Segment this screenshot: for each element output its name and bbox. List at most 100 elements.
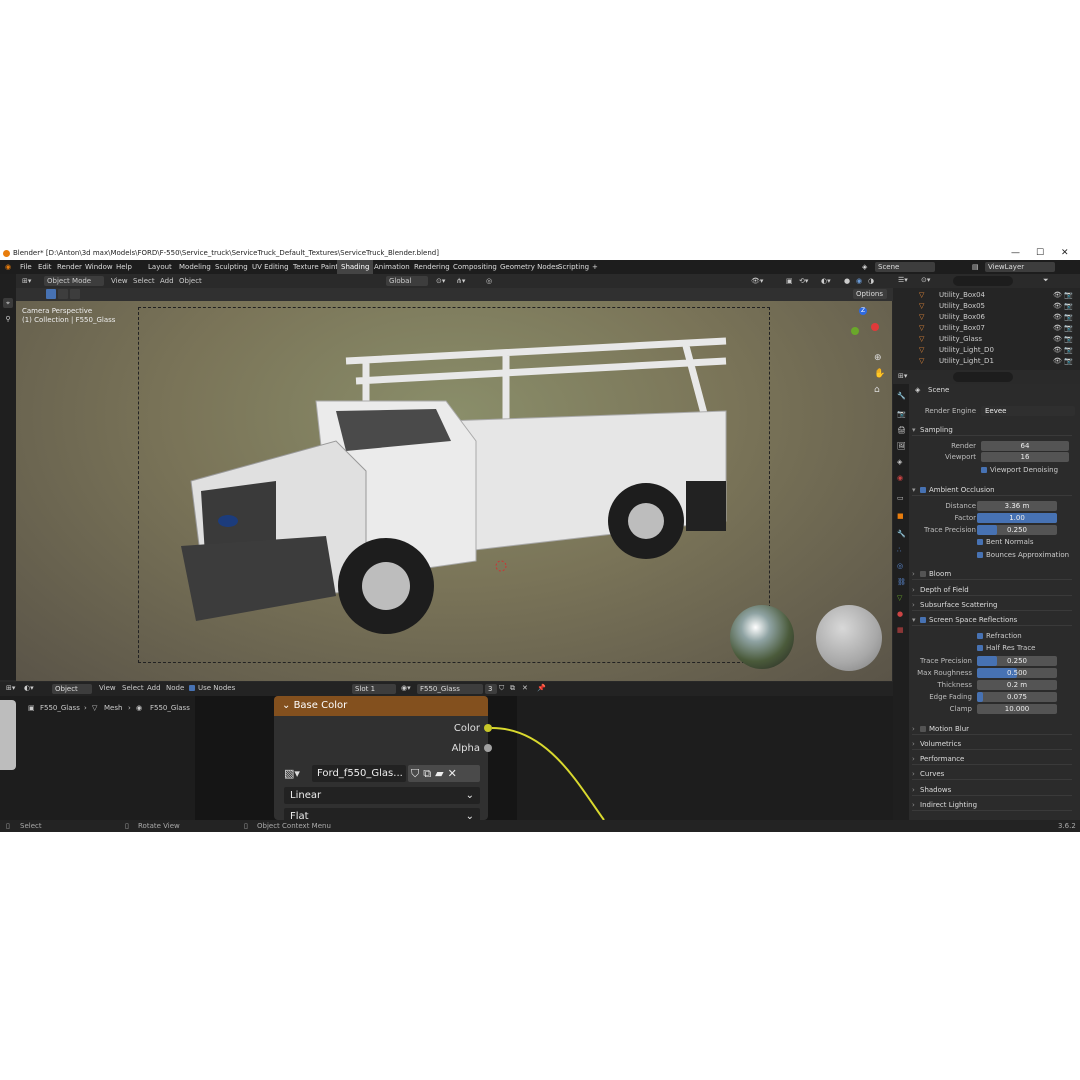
options-button[interactable]: Options	[853, 289, 887, 299]
properties-search-input[interactable]	[953, 372, 1013, 382]
axis-x-icon[interactable]	[871, 323, 879, 331]
breadcrumb-material[interactable]: F550_Glass	[150, 704, 190, 712]
panel-volumetrics[interactable]: › Volumetrics	[912, 738, 1072, 750]
3d-viewport[interactable]: Camera Perspective (1) Collection | F550…	[16, 301, 892, 681]
outliner-item[interactable]: ▽ Utility_Glass 👁 📷	[893, 334, 1080, 345]
tab-modeling[interactable]: Modeling	[179, 260, 211, 274]
visibility-icon[interactable]: 👁▾	[751, 274, 763, 288]
select-new-icon[interactable]	[46, 289, 56, 299]
menu-edit[interactable]: Edit	[38, 260, 52, 274]
node-menu-node[interactable]: Node	[166, 684, 184, 692]
outliner-editor-icon[interactable]: ☰▾	[898, 276, 908, 284]
render-engine-dropdown[interactable]: Eevee	[981, 406, 1075, 416]
collapse-arrow-icon[interactable]: ⌄	[282, 700, 294, 711]
unlink-image-icon[interactable]: ✕	[448, 767, 461, 780]
half-res-checkbox[interactable]: Half Res Trace	[977, 644, 1036, 652]
select-tool-icon[interactable]: ⌖	[3, 298, 13, 308]
ao-distance-field[interactable]: 3.36 m	[977, 501, 1057, 511]
bounces-checkbox[interactable]: Bounces Approximation	[977, 551, 1069, 559]
outliner-item[interactable]: ▽ Utility_Box04 👁 📷	[893, 290, 1080, 301]
navigation-gizmo[interactable]: Z	[851, 307, 891, 347]
tab-uv-editing[interactable]: UV Editing	[252, 260, 289, 274]
pan-hand-icon[interactable]: ✋	[874, 369, 885, 379]
viewport-menu-view[interactable]: View	[111, 274, 128, 288]
editor-type-icon[interactable]: ⊞▾	[22, 274, 31, 288]
panel-ambient-occlusion[interactable]: ▾ Ambient Occlusion	[912, 484, 1072, 496]
scene-selector[interactable]: Scene	[875, 262, 935, 272]
thickness-field[interactable]: 0.2 m	[977, 680, 1057, 690]
add-workspace-button[interactable]: +	[592, 260, 598, 274]
outliner-item[interactable]: ▽ Utility_Light_D1 👁 📷	[893, 356, 1080, 367]
shading-solid-icon[interactable]: ●	[844, 274, 850, 288]
max-roughness-slider[interactable]: 0.500	[977, 668, 1057, 678]
material-tab-icon[interactable]: ●	[897, 610, 903, 618]
clamp-field[interactable]: 10.000	[977, 704, 1057, 714]
ao-trace-slider[interactable]: 0.250	[977, 525, 1057, 535]
slot-dropdown[interactable]: Slot 1	[352, 684, 396, 694]
node-menu-select[interactable]: Select	[122, 684, 144, 692]
viewport-menu-add[interactable]: Add	[160, 274, 174, 288]
node-menu-view[interactable]: View	[99, 684, 116, 692]
modifier-tab-icon[interactable]: 🔧	[897, 530, 906, 538]
pin-icon[interactable]: 📌	[537, 684, 546, 692]
fake-user-icon[interactable]: ⛉	[499, 684, 504, 693]
select-subtract-icon[interactable]	[70, 289, 80, 299]
node-menu-add[interactable]: Add	[147, 684, 161, 692]
tab-scripting[interactable]: Scripting	[558, 260, 589, 274]
axis-y-icon[interactable]	[851, 327, 859, 335]
viewlayer-selector[interactable]: ViewLayer	[985, 262, 1055, 272]
bent-normals-checkbox[interactable]: Bent Normals	[977, 538, 1034, 546]
refraction-checkbox[interactable]: Refraction	[977, 632, 1022, 640]
breadcrumb-mesh[interactable]: Mesh	[104, 704, 122, 712]
projection-dropdown[interactable]: Flat ⌄	[284, 808, 480, 820]
panel-ssr[interactable]: ▾ Screen Space Reflections	[912, 614, 1072, 626]
panel-performance[interactable]: › Performance	[912, 753, 1072, 765]
zoom-icon[interactable]: ⊕	[874, 353, 882, 363]
tab-sculpting[interactable]: Sculpting	[215, 260, 248, 274]
shader-object-dropdown[interactable]: Object	[52, 684, 92, 694]
snap-icon[interactable]: ⋔▾	[456, 274, 465, 288]
panel-subsurface[interactable]: › Subsurface Scattering	[912, 599, 1072, 611]
viewport-menu-object[interactable]: Object	[179, 274, 202, 288]
maximize-button[interactable]: ☐	[1036, 246, 1044, 260]
texture-tab-icon[interactable]: ▦	[897, 626, 904, 634]
overlay-icon[interactable]: ◐▾	[821, 274, 831, 288]
filter-icon[interactable]: ⏷	[1043, 276, 1049, 285]
outliner-item[interactable]: ▽ Utility_Box06 👁 📷	[893, 312, 1080, 323]
outliner-item[interactable]: ▽ Utility_Box05 👁 📷	[893, 301, 1080, 312]
panel-bloom[interactable]: › Bloom	[912, 568, 1072, 580]
axis-z-icon[interactable]: Z	[859, 307, 867, 315]
render-samples-field[interactable]: 64	[981, 441, 1069, 451]
search-icon[interactable]: ⚲	[3, 314, 13, 324]
shading-material-icon[interactable]: ◉	[856, 274, 862, 288]
panel-sampling[interactable]: ▾ Sampling	[912, 424, 1072, 436]
node-editor-canvas[interactable]: ▣ F550_Glass › ▽ Mesh › ◉ F550_Glass ⌄ B…	[0, 696, 893, 820]
proportional-edit-icon[interactable]: ◎	[486, 274, 492, 288]
shader-type-icon[interactable]: ◐▾	[24, 684, 34, 692]
outliner-item[interactable]: ▽ Utility_Light_D0 👁 📷	[893, 345, 1080, 356]
camera-view-icon[interactable]: ⌂	[874, 385, 880, 395]
panel-motion-blur[interactable]: › Motion Blur	[912, 723, 1072, 735]
properties-editor-icon[interactable]: ⊞▾	[898, 372, 907, 380]
collection-tab-icon[interactable]: ▭	[897, 494, 904, 502]
menu-help[interactable]: Help	[116, 260, 132, 274]
object-mode-dropdown[interactable]: Object Mode	[44, 276, 104, 286]
view-layer-tab-icon[interactable]: 🖼	[897, 442, 906, 450]
node-editor-type-icon[interactable]: ⊞▾	[6, 684, 15, 692]
panel-shadows[interactable]: › Shadows	[912, 784, 1072, 796]
fake-user-icon[interactable]: ⛉	[411, 767, 423, 780]
outliner-search-input[interactable]	[953, 276, 1013, 286]
blender-menu-icon[interactable]: ◉	[5, 260, 11, 274]
panel-depth-of-field[interactable]: › Depth of Field	[912, 584, 1072, 596]
tab-shading[interactable]: Shading	[337, 260, 374, 274]
physics-tab-icon[interactable]: ◎	[897, 562, 903, 570]
breadcrumb-object[interactable]: F550_Glass	[40, 704, 80, 712]
unlink-material-icon[interactable]: ✕	[522, 684, 528, 692]
viewport-denoising-checkbox[interactable]: Viewport Denoising	[981, 466, 1058, 474]
duplicate-image-icon[interactable]: ⧉	[423, 767, 435, 780]
open-folder-icon[interactable]: ▰	[435, 767, 447, 780]
world-tab-icon[interactable]: ◉	[897, 474, 903, 482]
pivot-icon[interactable]: ⊙▾	[436, 274, 445, 288]
ssr-trace-slider[interactable]: 0.250	[977, 656, 1057, 666]
service-truck-model[interactable]	[166, 321, 736, 651]
